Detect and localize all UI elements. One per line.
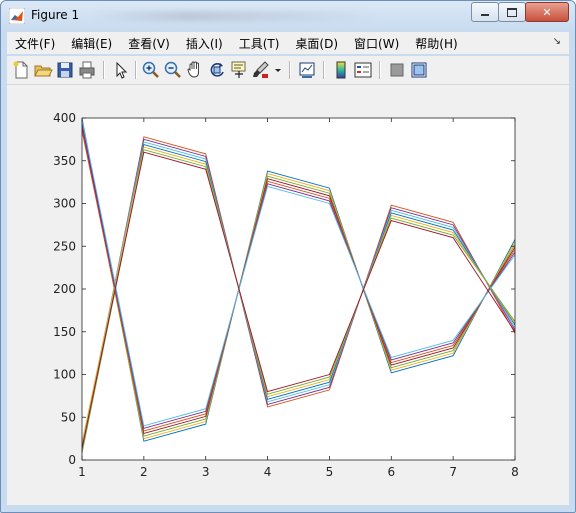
y-tick-label: 250 (53, 239, 76, 253)
plot-svg: 1 2 3 4 5 6 7 8 0 50 100 150 200 250 300 350 400 (53, 111, 519, 479)
close-button[interactable]: ✕ (525, 2, 569, 22)
y-tick-label: 0 (68, 453, 76, 467)
maximize-icon (507, 7, 517, 17)
dock-arrow-icon[interactable]: ↘ (553, 36, 561, 47)
menu-file[interactable]: 文件(F) (7, 35, 63, 52)
y-tick-label: 400 (53, 111, 76, 125)
figure-window: Figure 1 ✕ 文件(F) 编辑(E) 查看(V) 插入(I) 工具(T)… (0, 0, 576, 513)
x-tick-label: 2 (140, 465, 148, 479)
menu-desktop[interactable]: 桌面(D) (287, 35, 346, 52)
axes-background (82, 118, 515, 460)
pan-hand-icon[interactable] (185, 60, 205, 80)
data-cursor-icon[interactable] (229, 60, 249, 80)
x-tick-label: 7 (449, 465, 457, 479)
y-tick-label: 350 (53, 154, 76, 168)
y-tick-label: 200 (53, 282, 76, 296)
x-tick-label: 8 (511, 465, 519, 479)
show-plot-tools-icon[interactable] (409, 60, 429, 80)
zoom-in-icon[interactable] (141, 60, 161, 80)
brush-icon[interactable] (251, 60, 271, 80)
colorbar-icon[interactable] (331, 60, 351, 80)
brush-dropdown-icon[interactable] (273, 60, 283, 80)
save-icon[interactable] (55, 60, 75, 80)
toolbar-separator (289, 61, 291, 79)
y-tick-label: 50 (61, 410, 76, 424)
y-tick-label: 150 (53, 325, 76, 339)
menu-tools[interactable]: 工具(T) (231, 35, 288, 52)
open-file-icon[interactable] (33, 60, 53, 80)
maximize-button[interactable] (498, 2, 526, 22)
figure-toolbar (7, 56, 569, 85)
window-title: Figure 1 (31, 8, 80, 22)
matlab-logo-icon (9, 8, 25, 24)
figure-canvas: 1 2 3 4 5 6 7 8 0 50 100 150 200 250 300 350 400 (7, 85, 569, 505)
legend-icon[interactable] (353, 60, 373, 80)
toolbar-separator (323, 61, 325, 79)
blurred-title-path (91, 11, 381, 21)
menu-view[interactable]: 查看(V) (120, 35, 178, 52)
menu-bar: 文件(F) 编辑(E) 查看(V) 插入(I) 工具(T) 桌面(D) 窗口(W… (7, 32, 569, 54)
print-icon[interactable] (77, 60, 97, 80)
menu-help[interactable]: 帮助(H) (407, 35, 465, 52)
edit-plot-arrow-icon[interactable] (111, 60, 131, 80)
minimize-button[interactable] (471, 2, 499, 22)
x-tick-label: 6 (387, 465, 395, 479)
title-bar[interactable]: Figure 1 ✕ (1, 1, 575, 31)
link-plot-icon[interactable] (297, 60, 317, 80)
x-tick-label: 4 (264, 465, 272, 479)
y-tick-label: 300 (53, 197, 76, 211)
x-tick-label: 3 (202, 465, 210, 479)
toolbar-separator (103, 61, 105, 79)
menu-edit[interactable]: 编辑(E) (63, 35, 120, 52)
toolbar-separator (379, 61, 381, 79)
menu-window[interactable]: 窗口(W) (346, 35, 407, 52)
minimize-icon (481, 14, 489, 16)
y-tick-label: 100 (53, 368, 76, 382)
rotate-3d-icon[interactable] (207, 60, 227, 80)
zoom-out-icon[interactable] (163, 60, 183, 80)
x-tick-label: 1 (78, 465, 86, 479)
close-icon: ✕ (542, 5, 552, 19)
menu-insert[interactable]: 插入(I) (178, 35, 231, 52)
new-figure-icon[interactable] (11, 60, 31, 80)
toolbar-separator (135, 61, 137, 79)
hide-plot-tools-icon[interactable] (387, 60, 407, 80)
x-tick-label: 5 (326, 465, 334, 479)
